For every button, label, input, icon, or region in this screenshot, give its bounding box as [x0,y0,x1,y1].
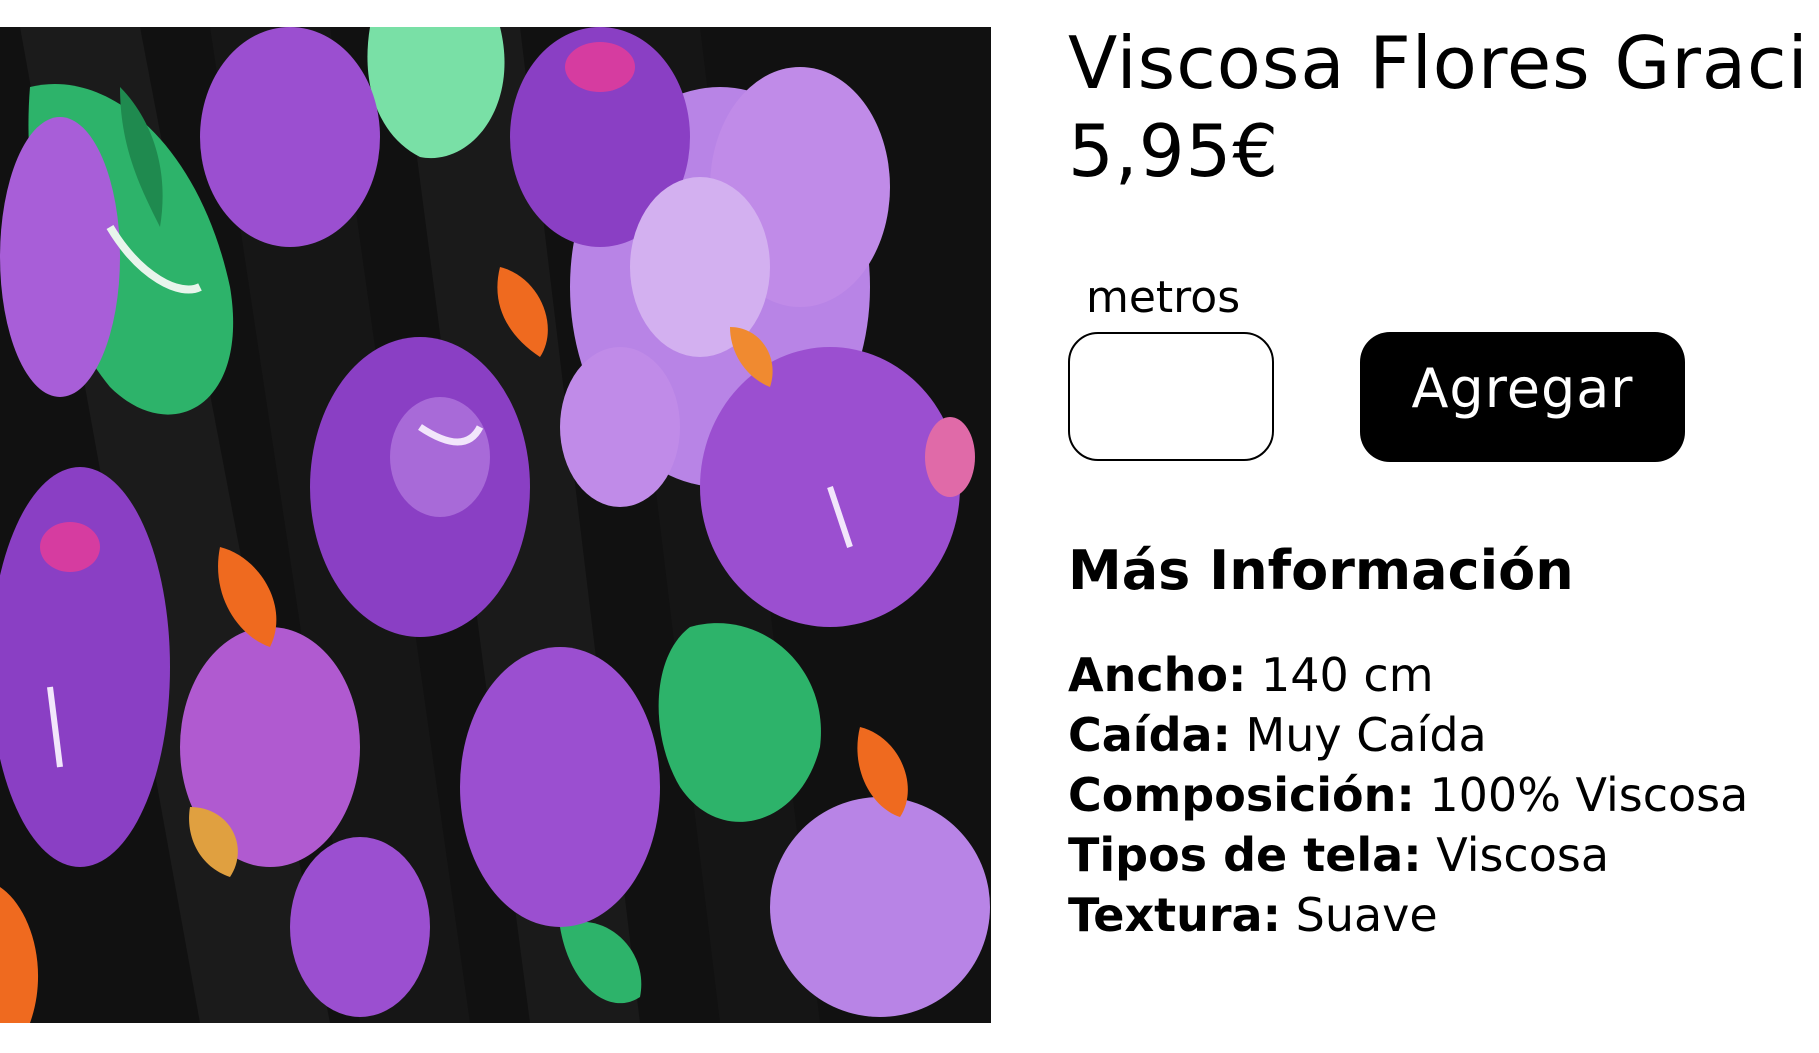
add-to-cart-button[interactable]: Agregar [1360,332,1685,462]
spec-value: Viscosa [1421,828,1610,882]
spec-key: Caída: [1068,708,1231,762]
product-image [0,27,991,1023]
spec-key: Ancho: [1068,648,1247,702]
spec-value: 140 cm [1246,648,1434,702]
spec-row-ancho: Ancho: 140 cm [1068,645,1748,705]
spec-row-composicion: Composición: 100% Viscosa [1068,765,1748,825]
spec-key: Textura: [1068,888,1281,942]
spec-value: 100% Viscosa [1414,768,1749,822]
spec-value: Suave [1281,888,1438,942]
product-page: Viscosa Flores Graci 5,95€ metros Agrega… [0,0,1819,1053]
product-price: 5,95€ [1068,109,1280,193]
quantity-input[interactable] [1068,332,1274,461]
more-info-heading: Más Información [1068,539,1574,602]
floral-fabric-icon [0,27,991,1023]
spec-list: Ancho: 140 cm Caída: Muy Caída Composici… [1068,645,1748,945]
product-title: Viscosa Flores Graci [1068,21,1809,105]
spec-row-tipos-de-tela: Tipos de tela: Viscosa [1068,825,1748,885]
quantity-label: metros [1086,272,1241,323]
spec-row-textura: Textura: Suave [1068,885,1748,945]
spec-key: Composición: [1068,768,1415,822]
spec-key: Tipos de tela: [1068,828,1422,882]
spec-row-caida: Caída: Muy Caída [1068,705,1748,765]
spec-value: Muy Caída [1230,708,1487,762]
